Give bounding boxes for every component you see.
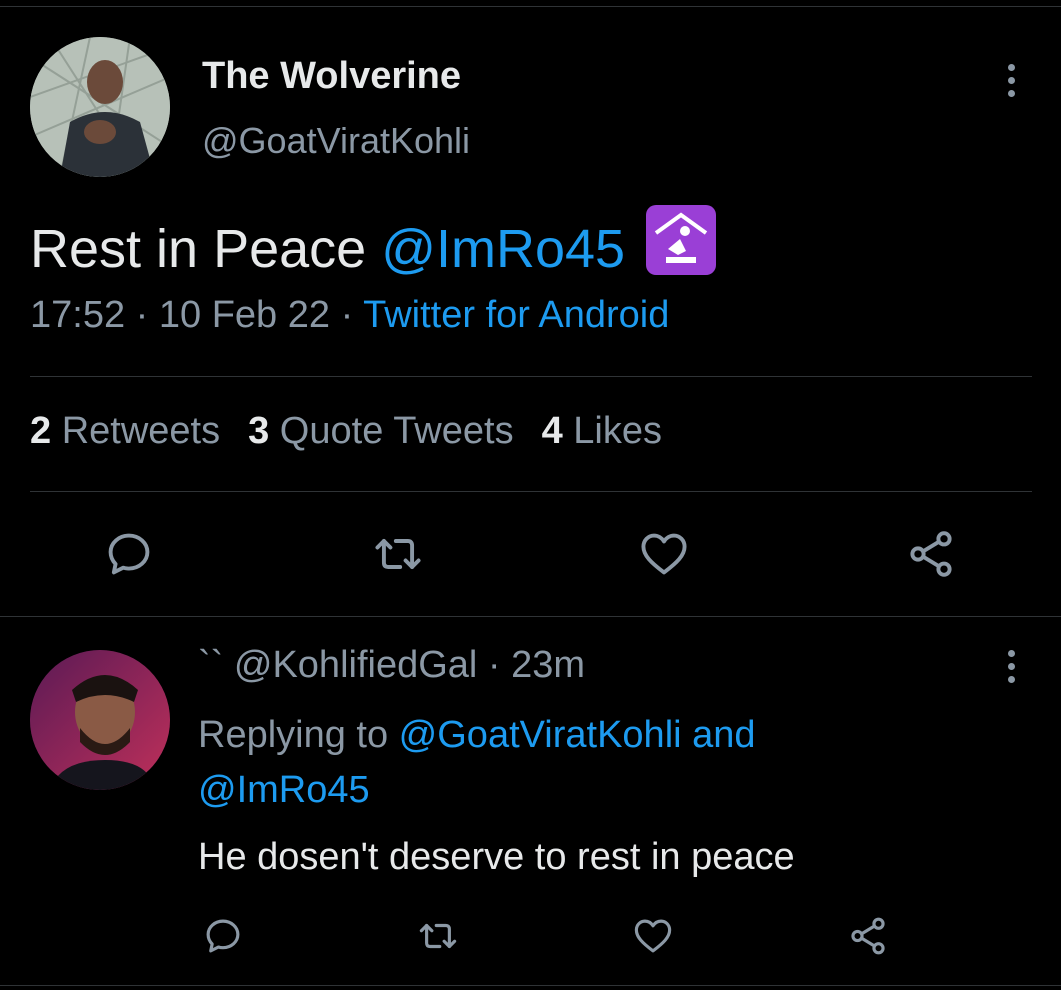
share-button[interactable]: [903, 526, 959, 582]
quote-tweets-count: 3: [248, 410, 270, 452]
mention-link[interactable]: @ImRo45: [381, 219, 625, 279]
avatar-image: [30, 650, 170, 790]
place-of-worship-icon: [646, 205, 717, 275]
reply-author-avatar[interactable]: [30, 650, 170, 790]
tweet-meta: 17:52 · 10 Feb 22 · Twitter for Android: [30, 294, 669, 337]
retweet-icon: [375, 539, 421, 569]
share-button[interactable]: [845, 913, 891, 959]
author-avatar[interactable]: [30, 37, 170, 177]
reply-icon: [206, 919, 240, 953]
meta-separator: ·: [125, 294, 159, 336]
heart-icon: [634, 919, 672, 953]
tweet-source-link[interactable]: Twitter for Android: [363, 294, 669, 336]
quote-tweets-label: Quote Tweets: [269, 410, 514, 452]
tweet-text-prefix: Rest in Peace: [30, 219, 382, 279]
reply-age[interactable]: 23m: [511, 644, 585, 686]
retweets-count: 2: [30, 410, 52, 452]
likes-label: Likes: [562, 410, 662, 452]
divider: [0, 616, 1061, 617]
tweet-text: Rest in Peace @ImRo45: [30, 205, 717, 281]
reply-author-name[interactable]: ``: [198, 644, 223, 686]
quote-tweets-stat[interactable]: 3 Quote Tweets: [248, 410, 513, 452]
retweet-icon: [419, 923, 457, 949]
heart-icon: [641, 533, 687, 575]
retweets-stat[interactable]: 2 Retweets: [30, 410, 220, 452]
more-options-icon[interactable]: [1001, 64, 1021, 97]
more-options-icon[interactable]: [1001, 650, 1021, 683]
likes-stat[interactable]: 4 Likes: [542, 410, 662, 452]
avatar-image: [30, 37, 170, 177]
author-handle[interactable]: @GoatViratKohli: [202, 120, 470, 162]
like-button[interactable]: [636, 526, 692, 582]
meta-separator: ·: [330, 294, 364, 336]
tweet-date: 10 Feb 22: [158, 294, 331, 336]
tweet-time: 17:52: [30, 294, 126, 336]
reply-text: He dosen't deserve to rest in peace: [198, 836, 795, 878]
retweet-button[interactable]: [370, 526, 426, 582]
divider: [30, 491, 1032, 492]
replying-to-and[interactable]: and: [682, 714, 755, 756]
replying-to-user[interactable]: @GoatViratKohli: [399, 714, 682, 756]
like-button[interactable]: [630, 913, 676, 959]
bottom-divider: [0, 985, 1061, 986]
retweet-button[interactable]: [415, 913, 461, 959]
meta-separator: ·: [477, 644, 512, 686]
reply-button[interactable]: [101, 526, 157, 582]
reply-header: `` @KohlifiedGal · 23m: [198, 644, 585, 687]
share-icon: [851, 917, 885, 955]
likes-count: 4: [541, 410, 563, 452]
reply-author-handle[interactable]: @KohlifiedGal: [234, 644, 477, 686]
retweets-label: Retweets: [51, 410, 221, 452]
tweet-stats: 2 Retweets 3 Quote Tweets 4 Likes: [30, 410, 662, 453]
share-icon: [910, 531, 952, 577]
divider: [30, 376, 1032, 377]
reply-icon: [108, 533, 150, 575]
replying-to: Replying to @GoatViratKohli and @ImRo45: [198, 708, 898, 818]
replying-to-user[interactable]: @ImRo45: [198, 769, 370, 811]
reply-button[interactable]: [200, 913, 246, 959]
replying-to-prefix: Replying to: [198, 714, 399, 756]
top-divider: [0, 0, 1061, 7]
author-display-name[interactable]: The Wolverine: [202, 55, 461, 98]
